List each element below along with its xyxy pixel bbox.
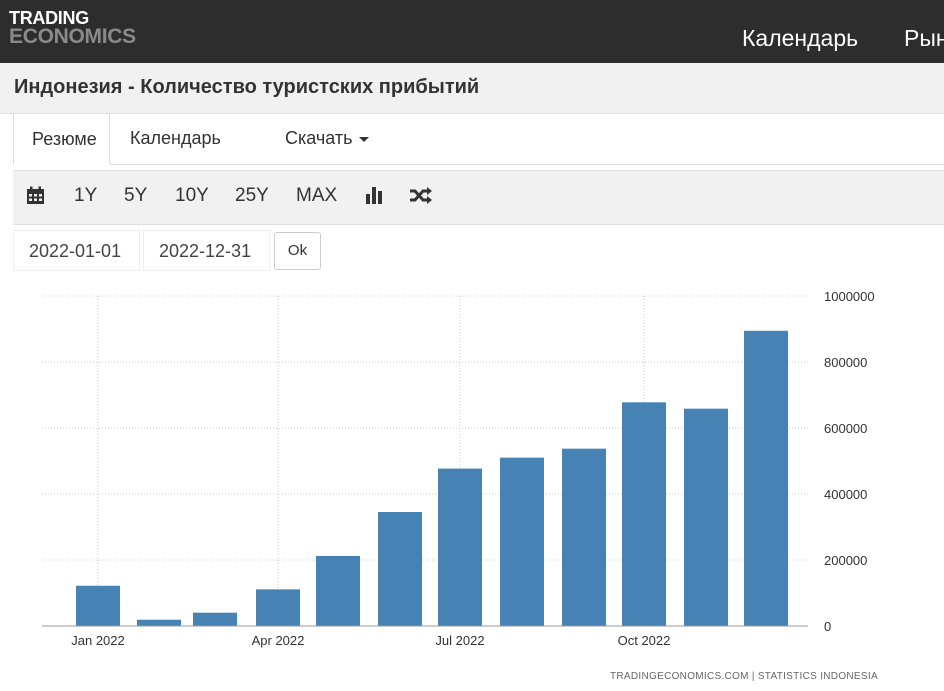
range-1y-button[interactable]: 1Y: [74, 185, 97, 207]
logo-line-2: ECONOMICS: [9, 25, 136, 49]
calendar-icon[interactable]: [26, 186, 45, 210]
bar: [684, 408, 728, 626]
chart-toolbar: 1Y 5Y 10Y 25Y MAX: [13, 170, 944, 225]
bar: [193, 612, 237, 626]
bar: [76, 585, 120, 626]
bar: [316, 555, 360, 626]
title-bar: Индонезия - Количество туристских прибыт…: [0, 63, 944, 114]
tab-download[interactable]: Скачать: [285, 113, 369, 164]
y-tick-label: 200000: [824, 553, 867, 568]
y-tick-label: 1000000: [824, 289, 875, 304]
bar: [438, 468, 482, 626]
tab-calendar[interactable]: Календарь: [130, 113, 221, 164]
chart: 0 200000 400000 600000 800000 1000000 Jan 2022…: [42, 289, 875, 648]
caret-down-icon: [358, 136, 369, 142]
y-tick-label: 400000: [824, 487, 867, 502]
y-tick-label: 0: [824, 619, 831, 634]
bar: [256, 589, 300, 626]
bar: [562, 448, 606, 626]
chart-credit: TRADINGECONOMICS.COM | STATISTICS INDONE…: [610, 671, 878, 682]
x-tick-label: Jan 2022: [71, 633, 125, 648]
range-25y-button[interactable]: 25Y: [235, 185, 269, 207]
bar: [378, 512, 422, 626]
x-tick-label: Jul 2022: [435, 633, 484, 648]
range-5y-button[interactable]: 5Y: [124, 185, 147, 207]
tab-download-label: Скачать: [285, 128, 353, 148]
shuffle-icon[interactable]: [409, 186, 433, 210]
y-tick-label: 600000: [824, 421, 867, 436]
page-title: Индонезия - Количество туристских прибыт…: [14, 76, 480, 98]
tab-bar: Резюме Календарь Скачать: [13, 113, 944, 165]
start-date-input[interactable]: 2022-01-01: [13, 230, 140, 271]
bar: [137, 619, 181, 626]
ok-button[interactable]: Ok: [274, 232, 321, 270]
x-tick-label: Apr 2022: [252, 633, 305, 648]
top-bar: TRADING ECONOMICS Календарь Рын: [0, 0, 944, 63]
bar: [622, 402, 666, 626]
logo[interactable]: TRADING ECONOMICS: [9, 9, 136, 49]
bar: [744, 330, 788, 626]
nav-markets-link[interactable]: Рын: [904, 25, 944, 52]
bar-chart-icon[interactable]: [365, 186, 385, 210]
bar: [500, 457, 544, 626]
x-tick-label: Oct 2022: [618, 633, 671, 648]
range-max-button[interactable]: MAX: [296, 185, 337, 207]
tab-summary[interactable]: Резюме: [13, 113, 110, 165]
end-date-input[interactable]: 2022-12-31: [143, 230, 270, 271]
range-10y-button[interactable]: 10Y: [175, 185, 209, 207]
nav-calendar-link[interactable]: Календарь: [742, 25, 858, 52]
y-tick-label: 800000: [824, 355, 867, 370]
